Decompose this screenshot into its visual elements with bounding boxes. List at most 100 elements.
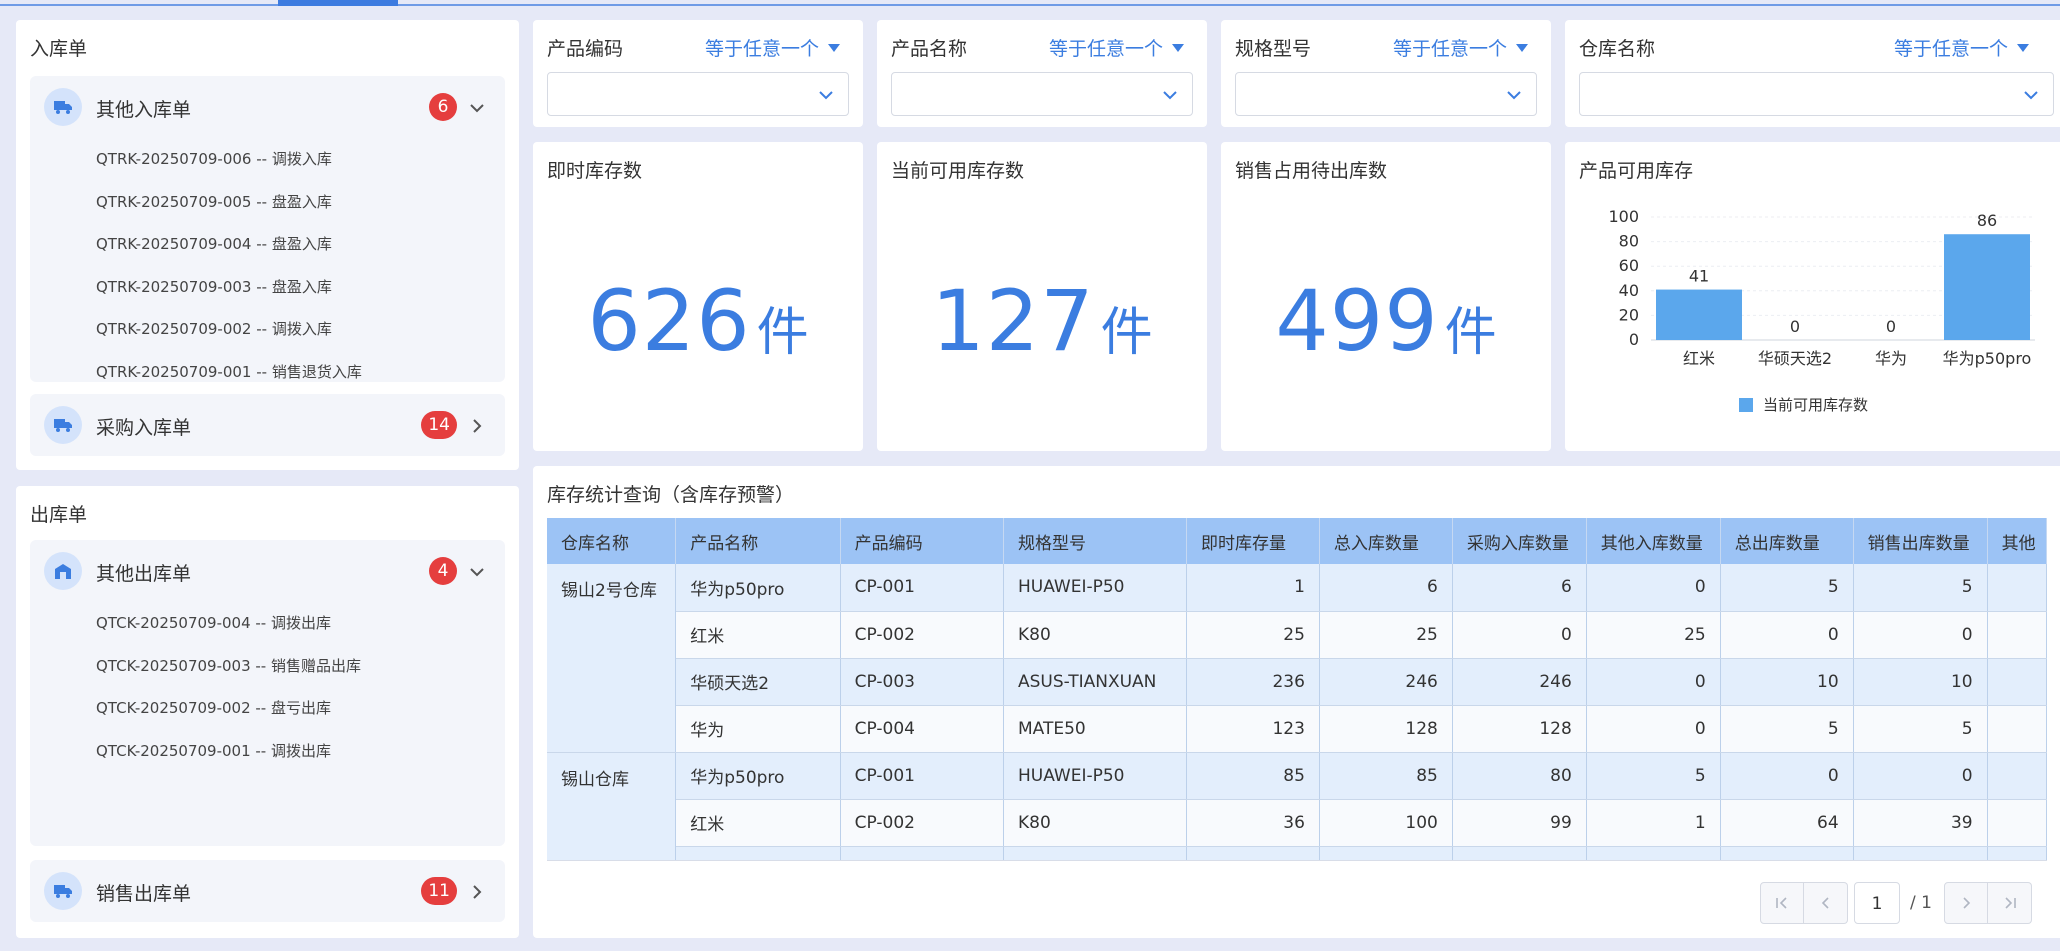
chevron-right-icon[interactable] [467,882,487,902]
outbound-doc-item[interactable]: QTCK-20250709-004 -- 调拨出库 [30,602,505,645]
table-row[interactable]: 华为 CP-004 MATE50 123 128 128 0 5 5 [547,705,2047,753]
truck-icon [44,88,82,126]
filter-operator[interactable]: 等于任意一个 [1049,34,1185,61]
column-header[interactable]: 采购入库数量 [1452,518,1587,564]
filter-label: 规格型号 [1235,38,1312,60]
table-cell [1586,846,1721,860]
table-cell: 10 [1853,658,1988,706]
pagination: 1 / 1 [1760,882,2032,924]
inventory-table-panel: 库存统计查询（含库存预警） 仓库名称 产品名称 产品编码 规格型号 即时库存量 总入库数量… [533,466,2060,938]
table-row[interactable] [547,846,2047,860]
inbound-doc-item[interactable]: QTRK-20250709-002 -- 调拨入库 [30,308,505,351]
filter-operator[interactable]: 等于任意一个 [1894,34,2030,61]
kpi-title: 即时库存数 [547,160,643,182]
chevron-right-icon [1963,897,1971,909]
column-header[interactable]: 产品名称 [675,518,841,564]
column-header[interactable]: 其他 [1987,518,2047,564]
table-cell: 123 [1186,705,1320,753]
page-number-input[interactable]: 1 [1854,882,1901,924]
table-cell: 85 [1319,752,1453,800]
table-cell [675,846,841,860]
filter-operator[interactable]: 等于任意一个 [1393,34,1529,61]
other-inbound-header[interactable]: 其他入库单 6 [30,76,505,138]
table-cell: 100 [1319,799,1453,847]
table-cell: 0 [1586,564,1721,612]
table-cell: 5 [1586,752,1721,800]
data-label: 41 [1689,267,1709,286]
product-code-select[interactable] [547,72,849,116]
table-cell [1720,846,1854,860]
table-row[interactable]: 红米 CP-002 K80 25 25 0 25 0 0 [547,611,2047,659]
table-cell [1319,846,1453,860]
y-tick-label: 40 [1619,281,1639,300]
table-cell [1186,846,1320,860]
column-header[interactable]: 即时库存量 [1186,518,1320,564]
warehouse-name-select[interactable] [1579,72,2054,116]
next-page-button[interactable] [1944,882,1988,924]
column-header[interactable]: 仓库名称 [547,518,677,564]
top-tab-strip [0,0,2060,6]
table-cell: 36 [1186,799,1320,847]
outbound-doc-item[interactable]: QTCK-20250709-001 -- 调拨出库 [30,730,505,773]
table-cell: MATE50 [1003,705,1188,753]
table-cell: 华为p50pro [675,752,841,800]
chevron-down-icon[interactable] [467,562,487,582]
column-header[interactable]: 规格型号 [1003,518,1188,564]
product-name-select[interactable] [891,72,1193,116]
inbound-doc-item[interactable]: QTRK-20250709-001 -- 销售退货入库 [30,351,505,394]
column-header[interactable]: 总入库数量 [1319,518,1453,564]
table-cell: 39 [1853,799,1988,847]
column-header[interactable]: 产品编码 [840,518,1004,564]
table-cell [1987,564,2047,612]
table-cell: CP-004 [840,705,1004,753]
table-cell: 1 [1186,564,1320,612]
table-cell: 25 [1186,611,1320,659]
sales-outbound-header: 销售出库单 11 [30,860,505,922]
kpi-number: 499 [1275,272,1439,370]
purchase-inbound-label: 采购入库单 [96,417,192,439]
inventory-table-scroll[interactable]: 仓库名称 产品名称 产品编码 规格型号 即时库存量 总入库数量 采购入库数量 其他入库数量 总出… [547,518,2047,861]
table-row[interactable]: 锡山2号仓库 华为p50pro CP-001 HUAWEI-P50 1 6 6 0 5 5 [547,564,2047,753]
table-cell: CP-002 [840,799,1004,847]
table-cell: ASUS-TIANXUAN [1003,658,1188,706]
column-header[interactable]: 其他入库数量 [1586,518,1721,564]
purchase-inbound-group[interactable]: 采购入库单 14 [30,394,505,456]
table-row[interactable]: 锡山仓库 华为p50pro CP-001 HUAWEI-P50 85 85 80 5 0 0 [547,752,2047,860]
outbound-panel: 出库单 其他出库单 4 QTCK-20250709-004 -- 调拨出库 QT… [16,486,519,938]
table-cell: 128 [1452,705,1587,753]
column-header[interactable]: 销售出库数量 [1853,518,1988,564]
purchase-inbound-header: 采购入库单 14 [30,394,505,456]
chevron-right-icon[interactable] [467,416,487,436]
inbound-doc-item[interactable]: QTRK-20250709-006 -- 调拨入库 [30,138,505,181]
inbound-doc-item[interactable]: QTRK-20250709-004 -- 盘盈入库 [30,223,505,266]
prev-page-button[interactable] [1804,882,1849,924]
table-cell [1987,752,2047,800]
table-cell: 236 [1186,658,1320,706]
last-page-button[interactable] [1988,882,2032,924]
table-cell: 246 [1452,658,1587,706]
table-row[interactable]: 华硕天选2 CP-003 ASUS-TIANXUAN 236 246 246 0 10 10 [547,658,2047,706]
table-row[interactable]: 红米 CP-002 K80 36 100 99 1 64 39 [547,799,2047,847]
kpi-number: 626 [587,272,751,370]
filter-operator[interactable]: 等于任意一个 [705,34,841,61]
other-inbound-group: 其他入库单 6 QTRK-20250709-006 -- 调拨入库 QTRK-2… [30,76,505,382]
other-outbound-count-badge: 4 [429,557,457,585]
other-outbound-header[interactable]: 其他出库单 4 [30,540,505,602]
other-outbound-doc-list: QTCK-20250709-004 -- 调拨出库 QTCK-20250709-… [30,602,505,772]
first-page-button[interactable] [1760,882,1805,924]
inbound-doc-item[interactable]: QTRK-20250709-005 -- 盘盈入库 [30,181,505,224]
column-header[interactable]: 总出库数量 [1720,518,1854,564]
outbound-doc-item[interactable]: QTCK-20250709-002 -- 盘亏出库 [30,687,505,730]
chevron-down-icon [819,91,833,100]
kpi-available-stock: 当前可用库存数 127 件 [877,142,1207,451]
table-cell [1987,658,2047,706]
sales-outbound-group[interactable]: 销售出库单 11 [30,860,505,922]
inbound-title: 入库单 [30,38,88,60]
spec-model-select[interactable] [1235,72,1537,116]
inbound-doc-item[interactable]: QTRK-20250709-003 -- 盘盈入库 [30,266,505,309]
table-cell: 10 [1720,658,1854,706]
table-cell: CP-002 [840,611,1004,659]
outbound-doc-item[interactable]: QTCK-20250709-003 -- 销售赠品出库 [30,645,505,688]
table-cell: 0 [1586,705,1721,753]
chevron-down-icon[interactable] [467,98,487,118]
